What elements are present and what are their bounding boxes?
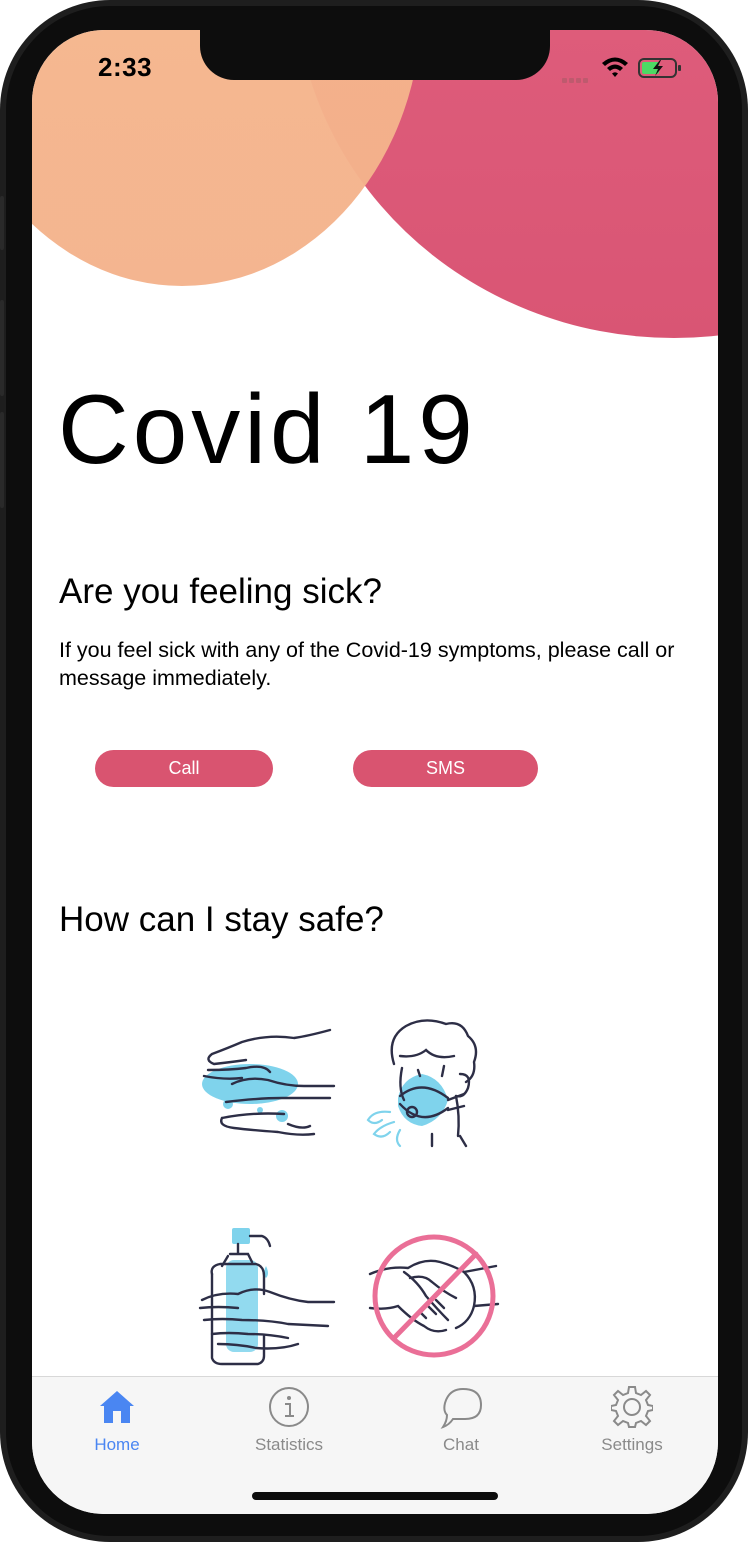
volume-down-button: [0, 412, 4, 508]
call-button[interactable]: Call: [95, 750, 273, 787]
volume-up-button: [0, 300, 4, 396]
cellular-dots-icon: [562, 70, 592, 83]
page-title: Covid 19: [58, 374, 477, 484]
tab-chat-label: Chat: [443, 1435, 479, 1454]
app-screen: 2:33 Covid 19 Are you feeling sick? If y…: [32, 30, 718, 1514]
tab-statistics-label: Statistics: [254, 1435, 324, 1454]
sms-button[interactable]: SMS: [353, 750, 538, 787]
safe-section-heading: How can I stay safe?: [59, 900, 384, 939]
sick-section-description: If you feel sick with any of the Covid-1…: [59, 638, 675, 690]
wear-mask-icon: [366, 1019, 478, 1148]
home-icon: [95, 1385, 139, 1429]
tab-home[interactable]: Home: [47, 1385, 187, 1465]
battery-charging-icon: [638, 58, 681, 78]
wifi-icon: [602, 57, 628, 77]
tab-home-label: Home: [94, 1435, 140, 1454]
wash-hands-icon: [202, 1028, 336, 1136]
home-indicator[interactable]: [252, 1492, 498, 1500]
chat-bubble-icon: [439, 1385, 483, 1429]
gear-icon: [610, 1385, 654, 1429]
info-icon: [267, 1385, 311, 1429]
status-time: 2:33: [98, 52, 153, 82]
tab-statistics[interactable]: Statistics: [219, 1385, 359, 1465]
device-notch: [200, 30, 550, 80]
tab-settings-label: Settings: [601, 1435, 663, 1454]
tab-chat[interactable]: Chat: [391, 1385, 531, 1465]
mute-switch: [0, 196, 4, 250]
sick-section-heading: Are you feeling sick?: [59, 572, 382, 611]
hand-sanitizer-icon: [198, 1228, 336, 1366]
tab-settings[interactable]: Settings: [562, 1385, 702, 1465]
no-handshake-icon: [368, 1234, 500, 1358]
